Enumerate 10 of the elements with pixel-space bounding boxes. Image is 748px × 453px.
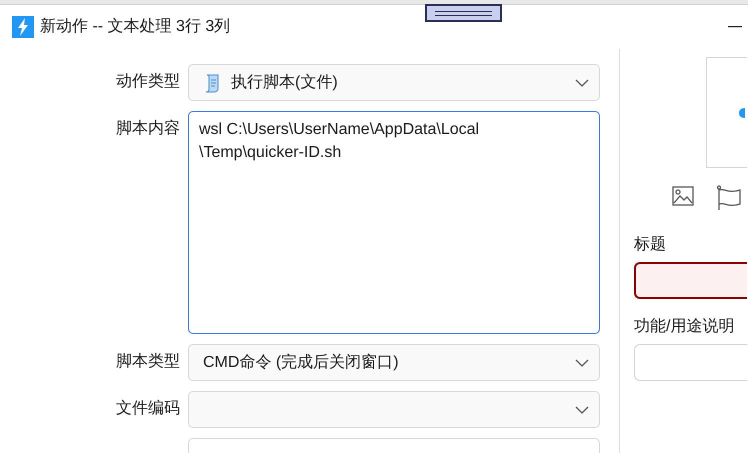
dropdown[interactable]: CMD命令 (完成后关闭窗口) xyxy=(188,344,600,381)
field-label: 脚本类型 xyxy=(115,352,181,372)
window-title: 新动作 -- 文本处理 3行 3列 xyxy=(40,16,230,37)
dropdown[interactable]: 执行脚本(文件) xyxy=(188,64,600,101)
script-textarea[interactable]: wsl C:\Users\UserName\AppData\Local \Temp\quicker-ID.sh xyxy=(188,111,600,334)
field-label: 标题 xyxy=(634,235,667,255)
field-label: 动作类型 xyxy=(115,72,181,92)
field-label: 文件编码 xyxy=(115,398,181,419)
field-label: 功能/用途说明 xyxy=(634,316,736,337)
field-label: 脚本内容 xyxy=(115,118,181,139)
